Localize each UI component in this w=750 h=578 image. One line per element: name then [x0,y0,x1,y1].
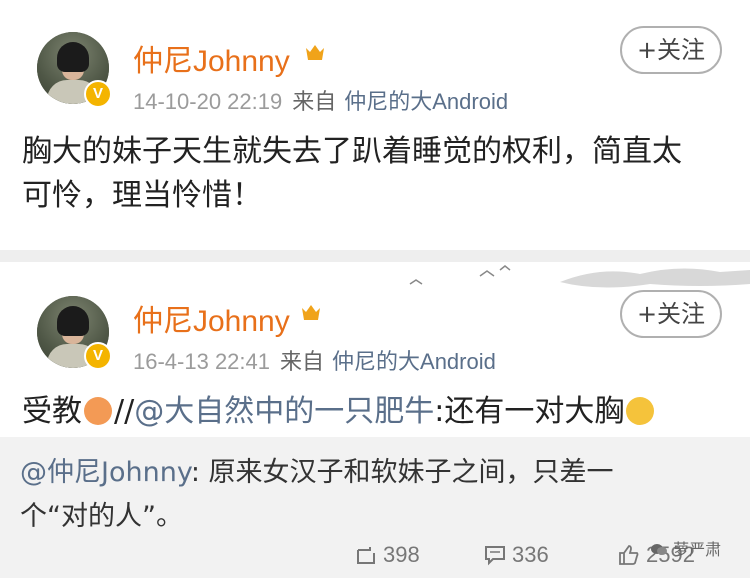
follow-button[interactable]: +关注 [620,290,722,338]
user-mention-link[interactable]: @大自然中的一只肥牛 [134,394,434,429]
crown-icon [302,305,320,320]
post-text-suffix: :还有一对大胸 [434,394,625,429]
post-text: 受教 //@大自然中的一只肥牛:还有一对大胸 [22,390,656,434]
watermark-text: 萝严肃 [673,540,722,559]
timestamp: 14-10-20 22:19 [133,89,283,114]
sad-emoji-icon [84,397,112,425]
comment-button[interactable]: 336 [484,542,549,568]
comment-count: 336 [512,542,549,567]
watermark: 萝严肃 [650,536,721,560]
source-device[interactable]: 仲尼的大Android [332,349,496,374]
quoted-text-line: : 原来女汉子和软妹子之间，只差一 [190,457,614,488]
timestamp: 16-4-13 22:41 [133,349,270,374]
quoted-text-line: 个“对的人”。 [20,501,183,532]
user-mention-link[interactable]: @仲尼Johnny [20,457,191,488]
smile-emoji-icon [626,397,655,425]
comment-icon [485,546,505,566]
post-divider [0,250,750,262]
verified-badge: V [84,342,112,370]
verified-badge: V [84,80,112,108]
username[interactable]: 仲尼Johnny [133,296,290,340]
post-text-prefix: 受教 [22,394,82,429]
post-meta: 16-4-13 22:41 来自 仲尼的大Android [133,344,496,376]
post-text-line: 胸大的妹子天生就失去了趴着睡觉的权利，简直太 [22,134,682,169]
weibo-post-1: V 仲尼Johnny 14-10-20 22:19 来自 仲尼的大Android +… [0,0,750,250]
quoted-text: @仲尼Johnny: 原来女汉子和软妹子之间，只差一 个“对的人”。 [20,451,720,539]
repost-icon [357,547,375,564]
crown-icon [306,45,324,60]
repost-button[interactable]: 398 [355,542,420,568]
source-device[interactable]: 仲尼的大Android [344,89,508,114]
wechat-logo-icon [651,544,667,555]
post-text: 胸大的妹子天生就失去了趴着睡觉的权利，简直太 可怜，理当怜惜！ [22,130,682,218]
post-text-line: 可怜，理当怜惜！ [22,178,262,213]
repost-count: 398 [383,542,420,567]
post-meta: 14-10-20 22:19 来自 仲尼的大Android [133,84,508,116]
source-label: 来自 [292,89,337,114]
source-label: 来自 [280,349,325,374]
repost-separator: // [114,394,135,429]
like-icon [619,545,639,565]
follow-button[interactable]: +关注 [620,26,722,74]
username[interactable]: 仲尼Johnny [133,36,290,80]
